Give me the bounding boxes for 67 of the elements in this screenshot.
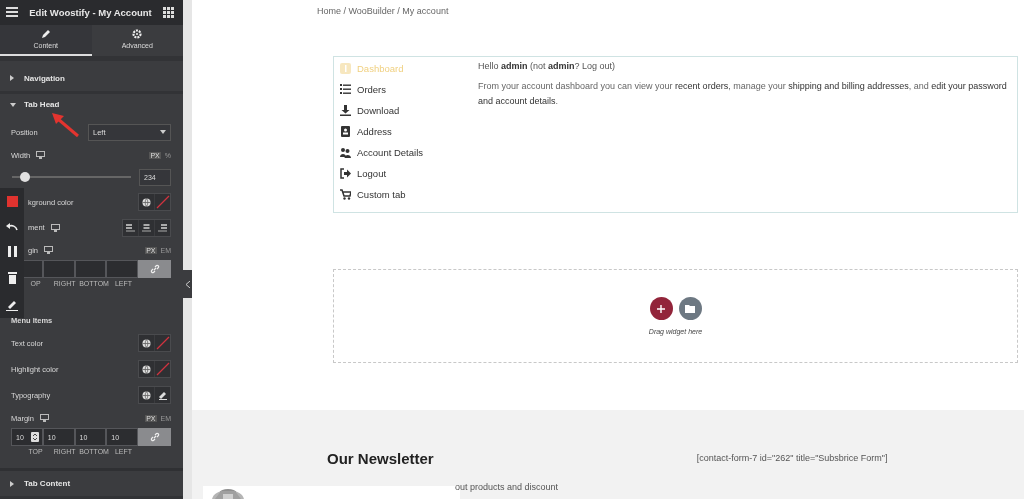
chevron-left-icon xyxy=(185,280,190,288)
caret-icon xyxy=(160,130,166,135)
dashboard-icon xyxy=(340,63,351,74)
monitor-icon[interactable] xyxy=(50,223,60,232)
breadcrumb: Home / WooBuilder / My account xyxy=(316,5,450,18)
sign-out-icon xyxy=(340,168,351,179)
link-button[interactable] xyxy=(138,428,171,447)
account-menu-item[interactable]: Orders xyxy=(340,82,478,97)
download-icon xyxy=(340,105,351,116)
plus-icon xyxy=(657,304,665,313)
menu-icon[interactable] xyxy=(6,7,18,18)
folder-icon xyxy=(685,304,695,313)
color-swatch[interactable] xyxy=(155,335,170,352)
monitor-icon[interactable] xyxy=(36,151,46,160)
align-option[interactable] xyxy=(155,219,170,236)
account-menu-item[interactable]: Account Details xyxy=(340,145,478,160)
monitor-icon[interactable] xyxy=(44,246,53,255)
newsletter-text: out products and discount xyxy=(455,482,559,492)
pause-icon[interactable] xyxy=(7,245,17,257)
arrow-annotation xyxy=(50,112,80,138)
dimension-field[interactable] xyxy=(42,260,75,279)
caret-icon xyxy=(10,480,14,487)
global-icon[interactable] xyxy=(139,387,154,404)
align-option[interactable] xyxy=(123,219,138,236)
dashboard-description: From your account dashboard you can view your recent orders, manage your shipping and billing addresses, and edit your password and account details. xyxy=(478,80,1008,108)
pen-icon[interactable] xyxy=(6,298,18,311)
cart-icon xyxy=(340,189,351,200)
dimension-field[interactable] xyxy=(74,260,107,279)
stop-icon[interactable] xyxy=(6,195,18,207)
link-icon xyxy=(149,264,160,275)
account-menu-item[interactable]: Logout xyxy=(340,166,478,181)
add-widget-button[interactable] xyxy=(649,297,673,320)
monitor-icon[interactable] xyxy=(39,414,49,423)
align-icon xyxy=(158,223,167,233)
global-icon[interactable] xyxy=(139,361,154,378)
undo-icon[interactable] xyxy=(6,221,18,231)
users-icon xyxy=(340,147,351,158)
pencil-icon xyxy=(40,29,51,40)
grid-icon[interactable] xyxy=(163,6,174,18)
caret-icon xyxy=(10,75,14,82)
align-icon xyxy=(126,223,135,233)
dimension-field[interactable] xyxy=(106,260,138,279)
list-icon xyxy=(340,84,351,95)
slider-thumb[interactable] xyxy=(20,172,31,183)
link-button[interactable] xyxy=(138,260,171,279)
color-swatch[interactable] xyxy=(155,194,170,211)
newsletter-heading: Our Newsletter xyxy=(327,449,434,467)
id-card-icon xyxy=(340,126,351,137)
spinner-icon[interactable] xyxy=(30,432,39,443)
global-icon[interactable] xyxy=(139,335,154,352)
account-menu-item[interactable]: Custom tab xyxy=(340,187,478,202)
account-menu-item[interactable]: Address xyxy=(340,124,478,139)
account-menu-item[interactable]: Download xyxy=(340,103,478,118)
color-swatch[interactable] xyxy=(155,361,170,378)
caret-icon xyxy=(10,102,16,107)
align-option[interactable] xyxy=(139,219,154,236)
trash-icon[interactable] xyxy=(7,271,17,284)
link-icon xyxy=(149,432,160,443)
global-icon[interactable] xyxy=(139,194,154,211)
gear-icon xyxy=(132,29,143,40)
edit-icon[interactable] xyxy=(155,387,170,404)
greeting-text: Hello admin (not admin? Log out) xyxy=(478,61,617,71)
collapse-handle[interactable] xyxy=(183,270,192,298)
align-icon xyxy=(142,223,151,233)
template-button[interactable] xyxy=(678,297,702,320)
form-shortcode: [contact-form-7 id="262" title="Subsbrice Form"] xyxy=(696,453,888,463)
panel-title: Edit Woostify - My Account xyxy=(29,6,152,18)
